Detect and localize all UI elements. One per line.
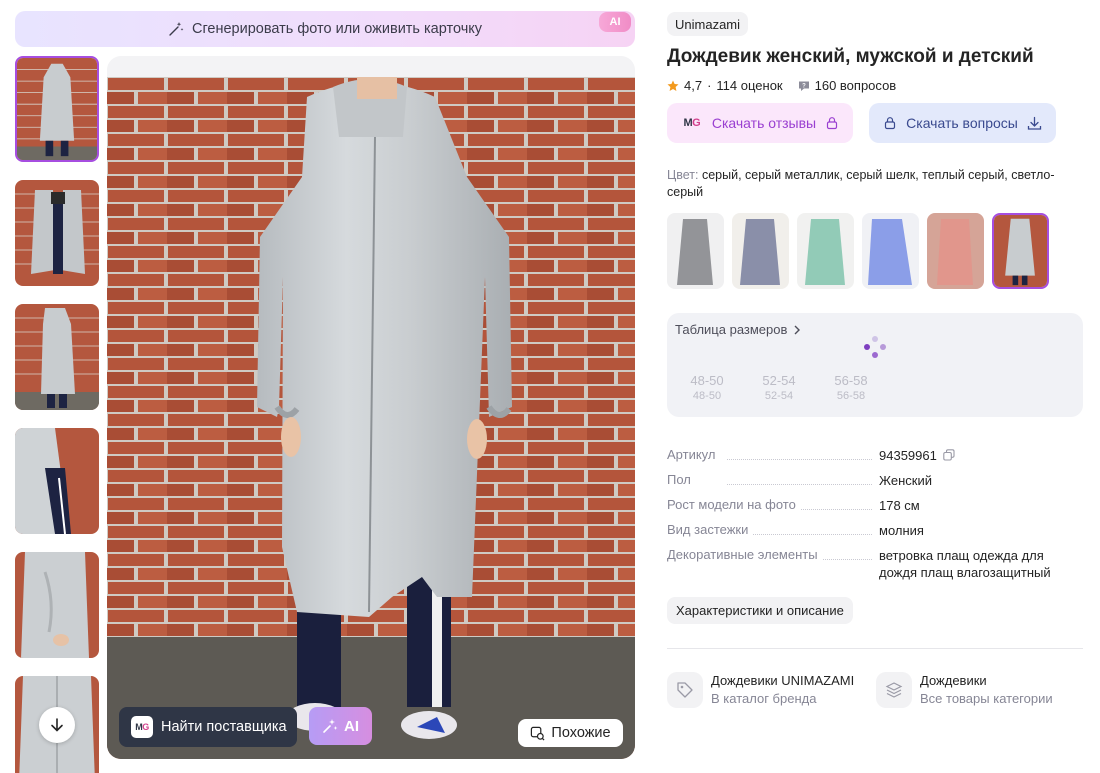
download-questions-label: Скачать вопросы (906, 115, 1018, 131)
spec-key: Вид застежки (667, 522, 753, 537)
spec-key: Рост модели на фото (667, 497, 800, 512)
brand-catalog-title: Дождевики UNIMAZAMI (711, 673, 855, 688)
download-icon (1027, 116, 1041, 130)
category-link[interactable]: Дождевики Все товары категории (876, 672, 1068, 708)
ai-button-label: AI (344, 717, 359, 735)
thumbnail-3[interactable] (15, 304, 99, 410)
sparkles-icon (323, 719, 338, 733)
color-swatches[interactable] (667, 213, 1049, 289)
size-option[interactable]: 56-58 56-58 (821, 373, 881, 402)
image-search-icon (531, 726, 545, 740)
lock-icon (827, 117, 838, 130)
arrow-down-icon (51, 718, 63, 732)
questions-count[interactable]: 160 вопросов (815, 78, 897, 93)
spec-row-model-height: Рост модели на фото 178 см (667, 497, 1087, 522)
swatch-red[interactable] (927, 213, 984, 289)
category-title: Дождевики (920, 673, 987, 688)
product-title: Дождевик женский, мужской и детский (667, 46, 1034, 67)
mg-logo: MG (683, 117, 701, 129)
copy-icon[interactable] (943, 449, 955, 461)
category-subtitle: Все товары категории (920, 691, 1053, 706)
size-table: Таблица размеров 48-50 48-50 52-54 52-54… (667, 313, 1083, 417)
spec-value: ветровка плащ одежда для дождя плащ влаг… (879, 548, 1051, 580)
spec-row-decor: Декоративные элементы ветровка плащ одеж… (667, 547, 1087, 587)
thumbnail-strip[interactable] (15, 56, 99, 773)
similar-label: Похожие (551, 725, 611, 741)
similar-button[interactable]: Похожие (518, 719, 623, 747)
spec-key: Артикул (667, 447, 720, 462)
rating-value: 4,7 (684, 78, 703, 93)
brand-link[interactable]: Unimazami (667, 12, 749, 36)
size-table-title: Таблица размеров (675, 322, 788, 337)
magic-wand-icon (169, 22, 184, 36)
rating-row[interactable]: 4,7 · 114 оценок ? 160 вопросов (667, 78, 896, 93)
article-value: 94359961 (879, 448, 937, 463)
color-label: Цвет: (667, 168, 699, 182)
ai-generate-banner[interactable]: Сгенерировать фото или оживить карточку … (15, 11, 635, 47)
svg-text:?: ? (802, 83, 806, 89)
question-bubble-icon: ? (798, 81, 809, 91)
find-supplier-label: Найти поставщика (161, 719, 287, 735)
size-option[interactable]: 48-50 48-50 (677, 373, 737, 402)
size-option[interactable]: 52-54 52-54 (749, 373, 809, 402)
color-info: Цвет: серый, серый металлик, серый шелк,… (667, 167, 1087, 201)
tag-icon (667, 672, 703, 708)
thumbnail-1[interactable] (15, 56, 99, 162)
layers-icon (876, 672, 912, 708)
swatch-navy[interactable] (732, 213, 789, 289)
specs-list: Артикул 94359961 Пол Женский Рост модели… (667, 447, 1087, 587)
spec-row-fastener: Вид застежки молния (667, 522, 1087, 547)
swatch-blue[interactable] (862, 213, 919, 289)
main-product-photo[interactable]: MG Найти поставщика AI Похожие (107, 56, 635, 759)
size-table-link[interactable]: Таблица размеров (675, 322, 801, 337)
download-reviews-label: Скачать отзывы (711, 115, 817, 131)
ai-badge: AI (599, 12, 631, 32)
scroll-down-button[interactable] (39, 707, 75, 743)
swatch-dark[interactable] (667, 213, 724, 289)
characteristics-button[interactable]: Характеристики и описание (667, 597, 853, 624)
mg-logo: MG (131, 716, 153, 738)
download-reviews-button[interactable]: MG Скачать отзывы (667, 103, 853, 143)
chevron-right-icon (794, 325, 801, 334)
lock-icon (885, 117, 896, 130)
ai-button[interactable]: AI (309, 707, 372, 745)
raincoat-photo (107, 77, 635, 759)
loading-spinner-icon (864, 336, 886, 358)
spec-row-gender: Пол Женский (667, 472, 1087, 497)
find-supplier-button[interactable]: MG Найти поставщика (119, 707, 297, 747)
thumbnail-2[interactable] (15, 180, 99, 286)
spec-key: Пол (667, 472, 695, 487)
spec-value: Женский (879, 473, 932, 488)
color-value: серый, серый металлик, серый шелк, теплы… (667, 168, 1055, 199)
reviews-count[interactable]: 114 оценок (716, 78, 782, 93)
swatch-green[interactable] (797, 213, 854, 289)
star-icon (667, 80, 679, 91)
swatch-gray-selected[interactable] (992, 213, 1049, 289)
thumbnail-4[interactable] (15, 428, 99, 534)
download-questions-button[interactable]: Скачать вопросы (869, 103, 1056, 143)
brand-catalog-subtitle: В каталог бренда (711, 691, 817, 706)
ai-banner-text: Сгенерировать фото или оживить карточку (191, 21, 483, 37)
divider (667, 648, 1083, 649)
spec-value: 178 см (879, 498, 920, 513)
spec-key: Декоративные элементы (667, 547, 822, 562)
spec-value: молния (879, 523, 924, 538)
thumbnail-5[interactable] (15, 552, 99, 658)
spec-row-article: Артикул 94359961 (667, 447, 1087, 472)
brand-catalog-link[interactable]: Дождевики UNIMAZAMI В каталог бренда (667, 672, 859, 708)
